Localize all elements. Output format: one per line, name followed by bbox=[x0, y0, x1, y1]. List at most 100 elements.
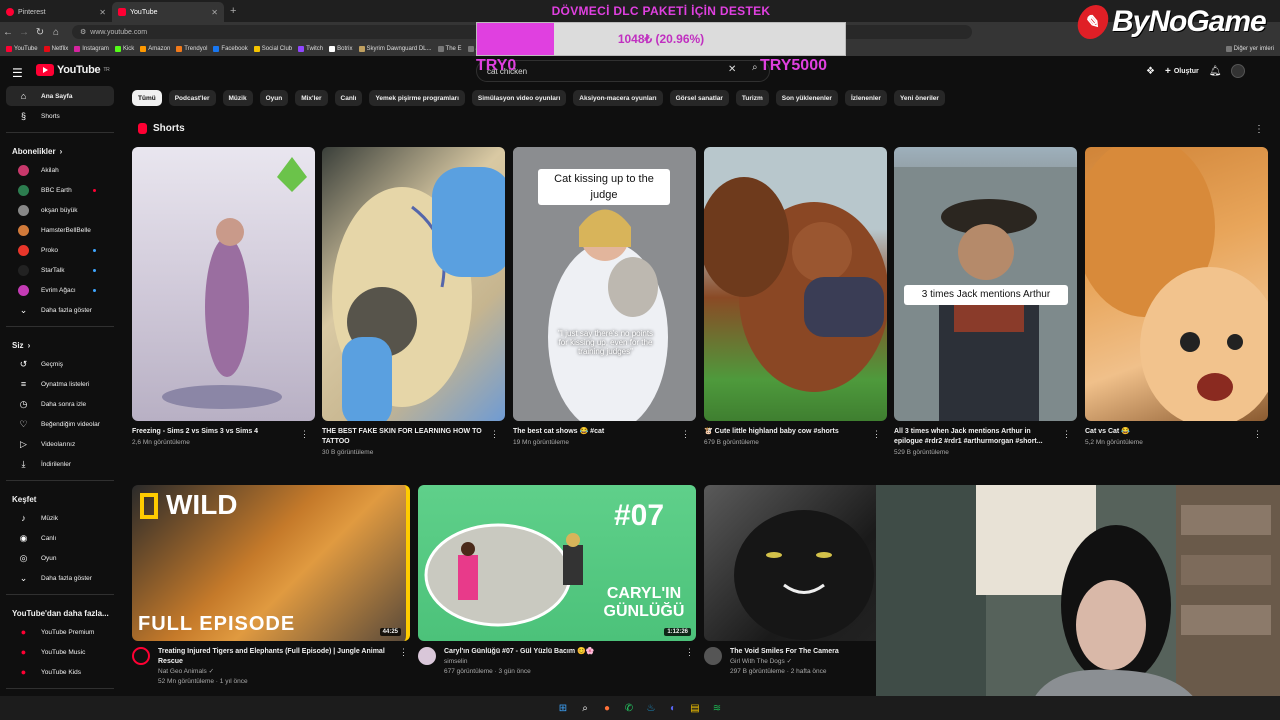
firefox-icon[interactable]: ● bbox=[600, 701, 614, 715]
bookmark-item[interactable]: Netflix bbox=[43, 46, 68, 52]
video-title[interactable]: Caryl'ın Günlüğü #07 - Gül Yüzlü Bacım 😊… bbox=[444, 647, 684, 657]
sidebar-channel[interactable]: StarTalk bbox=[6, 260, 114, 280]
sidebar-item[interactable]: ≡ Oynatma listeleri bbox=[6, 374, 114, 394]
sidebar-item[interactable]: ⌄ Daha fazla göster bbox=[6, 300, 114, 320]
you-header[interactable]: Siz › bbox=[0, 333, 120, 354]
youtube-logo[interactable]: YouTube TR bbox=[36, 64, 110, 76]
bookmark-item[interactable]: YouTube bbox=[6, 46, 38, 52]
channel-avatar[interactable] bbox=[132, 647, 150, 665]
new-tab-button[interactable]: + bbox=[230, 5, 236, 17]
bookmark-item[interactable]: Amazon bbox=[140, 46, 170, 52]
filter-chip[interactable]: Görsel sanatlar bbox=[669, 90, 729, 106]
sidebar-channel[interactable]: Evrim Ağacı bbox=[6, 280, 114, 300]
reload-icon[interactable]: ↻ bbox=[32, 27, 48, 38]
filter-chip[interactable]: İzlenenler bbox=[844, 90, 887, 106]
sidebar-channel[interactable]: Proko bbox=[6, 240, 114, 260]
more-icon[interactable]: ⋮ bbox=[399, 647, 408, 658]
channel-name[interactable]: simselin bbox=[444, 657, 684, 667]
bookmark-item[interactable]: Botrix bbox=[329, 46, 353, 52]
video-card[interactable]: #07 CARYL'IN GÜNLÜĞÜ 1:12:26 Caryl'ın Günlü… bbox=[418, 485, 696, 677]
channel-avatar[interactable] bbox=[418, 647, 436, 665]
subscriptions-header[interactable]: Abonelikler › bbox=[0, 139, 120, 160]
home-icon[interactable]: ⌂ bbox=[48, 27, 64, 38]
sidebar-channel[interactable]: HamsterBellBelle bbox=[6, 220, 114, 240]
sidebar-item[interactable]: ● YouTube Music bbox=[6, 642, 114, 662]
short-title[interactable]: THE BEST FAKE SKIN FOR LEARNING HOW TO T… bbox=[322, 427, 487, 447]
short-card[interactable]: Cat vs Cat 😂 5,2 Mn görüntüleme ⋮ bbox=[1085, 147, 1268, 446]
short-thumbnail[interactable] bbox=[132, 147, 315, 421]
filter-chip[interactable]: Yeni öneriler bbox=[893, 90, 945, 106]
windows-icon[interactable]: ⊞ bbox=[556, 701, 570, 715]
forward-icon[interactable]: → bbox=[16, 27, 32, 38]
sidebar-channel[interactable]: BBC Earth bbox=[6, 180, 114, 200]
sidebar-channel[interactable]: Akilah bbox=[6, 160, 114, 180]
bookmark-item[interactable]: Kick bbox=[114, 46, 134, 52]
video-thumbnail[interactable]: #07 CARYL'IN GÜNLÜĞÜ 1:12:26 bbox=[418, 485, 696, 641]
sidebar-item[interactable]: ♪ Müzik bbox=[6, 508, 114, 528]
short-card[interactable]: THE BEST FAKE SKIN FOR LEARNING HOW TO T… bbox=[322, 147, 505, 456]
filter-chip[interactable]: Podcast'ler bbox=[168, 90, 216, 106]
filter-chip[interactable]: Mix'ler bbox=[295, 90, 328, 106]
folder-icon[interactable]: ▤ bbox=[688, 701, 702, 715]
short-thumbnail[interactable]: Cat kissing up to the judge "I just say t… bbox=[513, 147, 696, 421]
short-title[interactable]: The best cat shows 😂 #cat bbox=[513, 427, 678, 437]
bookmark-item[interactable]: Facebook bbox=[213, 46, 248, 52]
filter-chip[interactable]: Canlı bbox=[334, 90, 363, 106]
sidebar-item[interactable]: ◎ Oyun bbox=[6, 548, 114, 568]
more-icon[interactable]: ⋮ bbox=[1254, 124, 1264, 135]
more-icon[interactable]: ⋮ bbox=[300, 429, 309, 440]
sidebar-item[interactable]: ● YouTube Kids bbox=[6, 662, 114, 682]
more-icon[interactable]: ⋮ bbox=[490, 429, 499, 440]
clear-search-icon[interactable]: ✕ bbox=[728, 64, 736, 75]
short-card[interactable]: Freezing - Sims 2 vs Sims 3 vs Sims 4 2,6… bbox=[132, 147, 315, 446]
filter-chip[interactable]: Tümü bbox=[132, 90, 162, 106]
tab-youtube[interactable]: YouTube ✕ bbox=[112, 2, 224, 22]
close-icon[interactable]: ✕ bbox=[99, 8, 106, 17]
filter-chip[interactable]: Turizm bbox=[735, 90, 769, 106]
sidebar-item[interactable]: ▷ Videolarınız bbox=[6, 434, 114, 454]
bookmark-item[interactable]: Social Club bbox=[253, 46, 292, 52]
video-card[interactable]: WILD FULL EPISODE 44:25 Treating Injured Ti… bbox=[132, 485, 410, 687]
search-input[interactable]: cat chicken bbox=[476, 60, 770, 82]
cast-icon[interactable]: ❖ bbox=[1146, 66, 1155, 77]
bookmark-item[interactable]: Skyrim Dawnguard DL... bbox=[358, 46, 432, 52]
sidebar-item[interactable]: ◷ Daha sonra izle bbox=[6, 394, 114, 414]
sidebar-item[interactable]: ● YouTube Premium bbox=[6, 622, 114, 642]
sidebar-item[interactable]: ↺ Geçmiş bbox=[6, 354, 114, 374]
more-icon[interactable]: ⋮ bbox=[1062, 429, 1071, 440]
channel-avatar[interactable] bbox=[704, 647, 722, 665]
bookmark-item[interactable]: Trendyol bbox=[176, 46, 207, 52]
tab-pinterest[interactable]: Pinterest ✕ bbox=[0, 2, 112, 22]
create-button[interactable]: + Oluştur bbox=[1165, 66, 1199, 77]
sidebar-item[interactable]: ⌂ Ana Sayfa bbox=[6, 86, 114, 106]
short-card[interactable]: 3 times Jack mentions Arthur All 3 times … bbox=[894, 147, 1077, 456]
filter-chip[interactable]: Aksiyon-macera oyunları bbox=[573, 90, 663, 106]
sidebar-item[interactable]: ◉ Canlı bbox=[6, 528, 114, 548]
spotify-icon[interactable]: ≋ bbox=[710, 701, 724, 715]
avatar[interactable] bbox=[1231, 64, 1246, 78]
close-icon[interactable]: ✕ bbox=[211, 8, 218, 17]
filter-chip[interactable]: Yemek pişirme programları bbox=[369, 90, 465, 106]
search-icon[interactable]: ⌕ bbox=[578, 701, 592, 715]
more-icon[interactable]: ⋮ bbox=[872, 429, 881, 440]
search-icon[interactable]: ⌕ bbox=[752, 62, 758, 73]
menu-icon[interactable]: ☰ bbox=[12, 66, 23, 80]
sidebar-item[interactable]: ♡ Beğendiğim videolar bbox=[6, 414, 114, 434]
video-thumbnail[interactable]: WILD FULL EPISODE 44:25 bbox=[132, 485, 410, 641]
filter-chip[interactable]: Son yüklenenler bbox=[775, 90, 838, 106]
short-title[interactable]: 🐮 Cute little highland baby cow #shorts bbox=[704, 427, 869, 437]
sidebar-item[interactable]: ⌄ Daha fazla göster bbox=[6, 568, 114, 588]
short-title[interactable]: Freezing - Sims 2 vs Sims 3 vs Sims 4 bbox=[132, 427, 297, 437]
more-icon[interactable]: ⋮ bbox=[685, 647, 694, 658]
sidebar-item[interactable]: § Shorts bbox=[6, 106, 114, 126]
short-thumbnail[interactable] bbox=[1085, 147, 1268, 421]
filter-chip[interactable]: Oyun bbox=[259, 90, 289, 106]
filter-chip[interactable]: Simülasyon video oyunları bbox=[471, 90, 567, 106]
short-title[interactable]: Cat vs Cat 😂 bbox=[1085, 427, 1250, 437]
bell-icon[interactable]: 🔔︎ bbox=[1209, 66, 1222, 77]
filter-chip[interactable]: Müzik bbox=[222, 90, 253, 106]
short-thumbnail[interactable] bbox=[322, 147, 505, 421]
short-thumbnail[interactable]: 3 times Jack mentions Arthur bbox=[894, 147, 1077, 421]
more-icon[interactable]: ⋮ bbox=[1253, 429, 1262, 440]
more-icon[interactable]: ⋮ bbox=[681, 429, 690, 440]
